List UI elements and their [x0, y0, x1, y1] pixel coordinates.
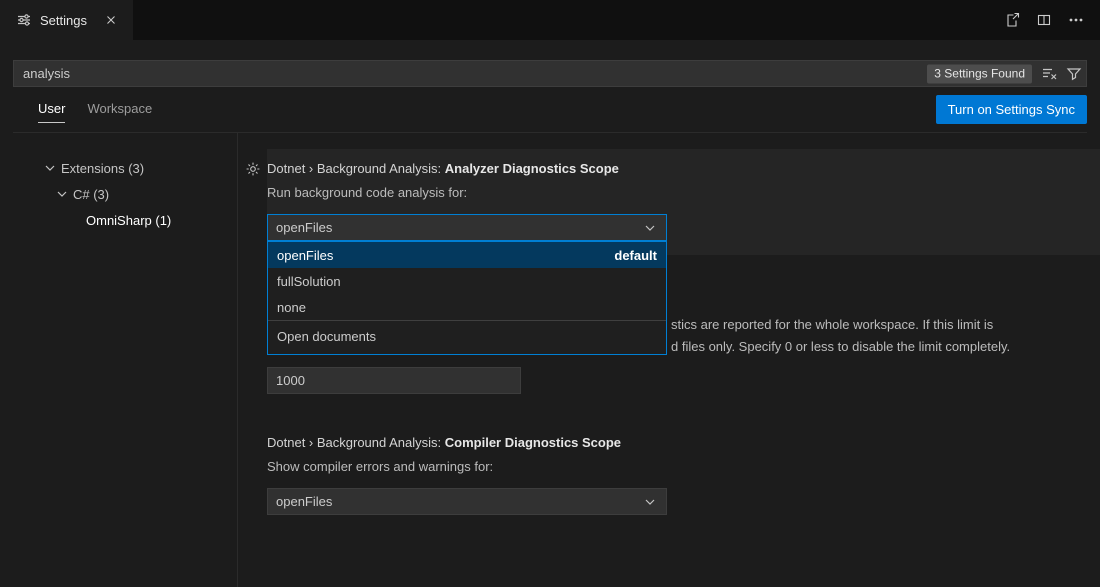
dropdown-active-option-description: Open documents: [268, 320, 666, 354]
toc-item-extensions[interactable]: Extensions (3): [0, 155, 237, 181]
turn-on-settings-sync-button[interactable]: Turn on Settings Sync: [936, 95, 1087, 124]
search-extras: 3 Settings Found: [927, 64, 1082, 83]
settings-search-input[interactable]: [13, 60, 1087, 87]
setting-title-name: Compiler Diagnostics Scope: [445, 435, 621, 450]
select-value: openFiles: [276, 494, 332, 509]
setting-title-prefix: Dotnet › Background Analysis:: [267, 435, 445, 450]
settings-tab[interactable]: Settings: [0, 0, 133, 40]
chevron-down-icon[interactable]: [54, 186, 70, 202]
tab-label: Settings: [40, 13, 87, 28]
analyzer-scope-dropdown: openFiles default fullSolution none Open…: [267, 241, 667, 355]
toc-item-label: C# (3): [73, 187, 109, 202]
option-label: fullSolution: [277, 274, 341, 289]
split-editor-icon[interactable]: [1036, 12, 1052, 28]
tab-user[interactable]: User: [38, 96, 65, 123]
setting-analyzer-diagnostics-scope: Dotnet › Background Analysis: Analyzer D…: [267, 149, 1100, 255]
settings-editor: 3 Settings Found User Workspace: [0, 40, 1100, 587]
settings-tune-icon: [16, 12, 32, 28]
toc-item-label: Extensions (3): [61, 161, 144, 176]
more-actions-icon[interactable]: [1068, 12, 1084, 28]
dropdown-option-openfiles[interactable]: openFiles default: [268, 242, 666, 268]
dropdown-option-fullsolution[interactable]: fullSolution: [268, 268, 666, 294]
settings-search-row: 3 Settings Found: [13, 60, 1087, 87]
editor-actions: [1004, 0, 1100, 40]
chevron-down-icon[interactable]: [42, 160, 58, 176]
vscode-settings-window: Settings: [0, 0, 1100, 587]
setting-description-fragment: stics are reported for the whole workspa…: [671, 317, 993, 332]
chevron-down-icon: [642, 494, 658, 510]
tab-close-icon[interactable]: [101, 10, 121, 30]
option-label: openFiles: [277, 248, 333, 263]
toc-item-omnisharp[interactable]: OmniSharp (1): [0, 207, 237, 233]
setting-gear-icon[interactable]: [245, 161, 261, 177]
compiler-scope-select[interactable]: openFiles: [267, 488, 667, 515]
setting-title: Dotnet › Background Analysis: Compiler D…: [267, 435, 1100, 450]
tab-workspace[interactable]: Workspace: [87, 96, 152, 123]
setting-title-prefix: Dotnet › Background Analysis:: [267, 161, 445, 176]
dropdown-option-none[interactable]: none: [268, 294, 666, 320]
chevron-down-icon: [642, 220, 658, 236]
settings-header-row: User Workspace Turn on Settings Sync: [13, 87, 1087, 133]
setting-compiler-diagnostics-scope: Dotnet › Background Analysis: Compiler D…: [267, 435, 1100, 515]
settings-found-badge: 3 Settings Found: [927, 64, 1032, 83]
setting-title: Dotnet › Background Analysis: Analyzer D…: [267, 161, 1086, 176]
settings-toc: Extensions (3) C# (3) OmniSharp (1): [0, 133, 238, 587]
setting-description: Show compiler errors and warnings for:: [267, 459, 1100, 474]
diagnostics-limit-input[interactable]: [267, 367, 521, 394]
toc-item-label: OmniSharp (1): [86, 213, 171, 228]
settings-list: Dotnet › Background Analysis: Analyzer D…: [238, 133, 1100, 587]
option-label: none: [277, 300, 306, 315]
clear-search-filters-icon[interactable]: [1041, 66, 1057, 82]
option-detail: default: [614, 248, 657, 263]
settings-body: Extensions (3) C# (3) OmniSharp (1): [0, 133, 1100, 587]
setting-title-name: Analyzer Diagnostics Scope: [445, 161, 619, 176]
setting-description-fragment: d files only. Specify 0 or less to disab…: [671, 339, 1010, 354]
analyzer-scope-select[interactable]: openFiles openFiles default: [267, 214, 667, 241]
setting-description: Run background code analysis for:: [267, 185, 1086, 200]
editor-tab-bar: Settings: [0, 0, 1100, 40]
toc-item-csharp[interactable]: C# (3): [0, 181, 237, 207]
select-value: openFiles: [276, 220, 332, 235]
filter-icon[interactable]: [1066, 66, 1082, 82]
open-settings-json-icon[interactable]: [1004, 12, 1020, 28]
scope-tabs: User Workspace: [13, 96, 152, 123]
